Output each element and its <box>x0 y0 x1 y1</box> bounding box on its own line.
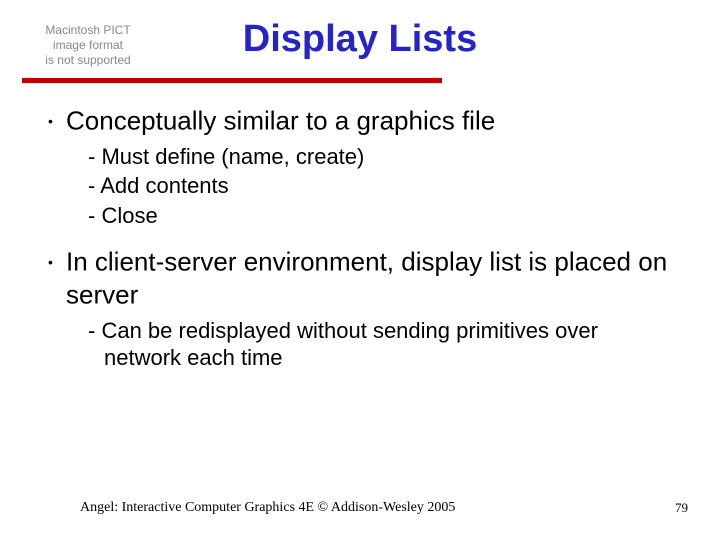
slide-title: Display Lists <box>0 18 720 61</box>
sub-bullet-text: Close <box>101 203 157 228</box>
slide: Macintosh PICTimage formatis not support… <box>0 0 720 540</box>
bullet-text: In client-server environment, display li… <box>66 247 667 310</box>
sub-bullet-text: Must define (name, create) <box>101 144 364 169</box>
sub-bullet-item: - Close <box>88 202 678 230</box>
spacer <box>38 231 678 245</box>
sub-bullet-item: - Add contents <box>88 172 678 200</box>
bullet-item: •In client-server environment, display l… <box>38 245 678 310</box>
sub-bullet-text: Can be redisplayed without sending primi… <box>101 318 597 371</box>
sub-bullet-item: - Can be redisplayed without sending pri… <box>88 317 678 372</box>
footer-text: Angel: Interactive Computer Graphics 4E … <box>80 500 455 516</box>
bullet-text: Conceptually similar to a graphics file <box>66 106 495 136</box>
bullet-item: •Conceptually similar to a graphics file <box>38 104 678 137</box>
bullet-icon: • <box>48 254 66 271</box>
title-underline <box>22 78 442 83</box>
bullet-icon: • <box>48 113 66 130</box>
page-number: 79 <box>675 500 688 516</box>
sub-bullet-text: Add contents <box>100 173 228 198</box>
sub-bullet-item: - Must define (name, create) <box>88 143 678 171</box>
content-area: •Conceptually similar to a graphics file… <box>38 104 678 374</box>
